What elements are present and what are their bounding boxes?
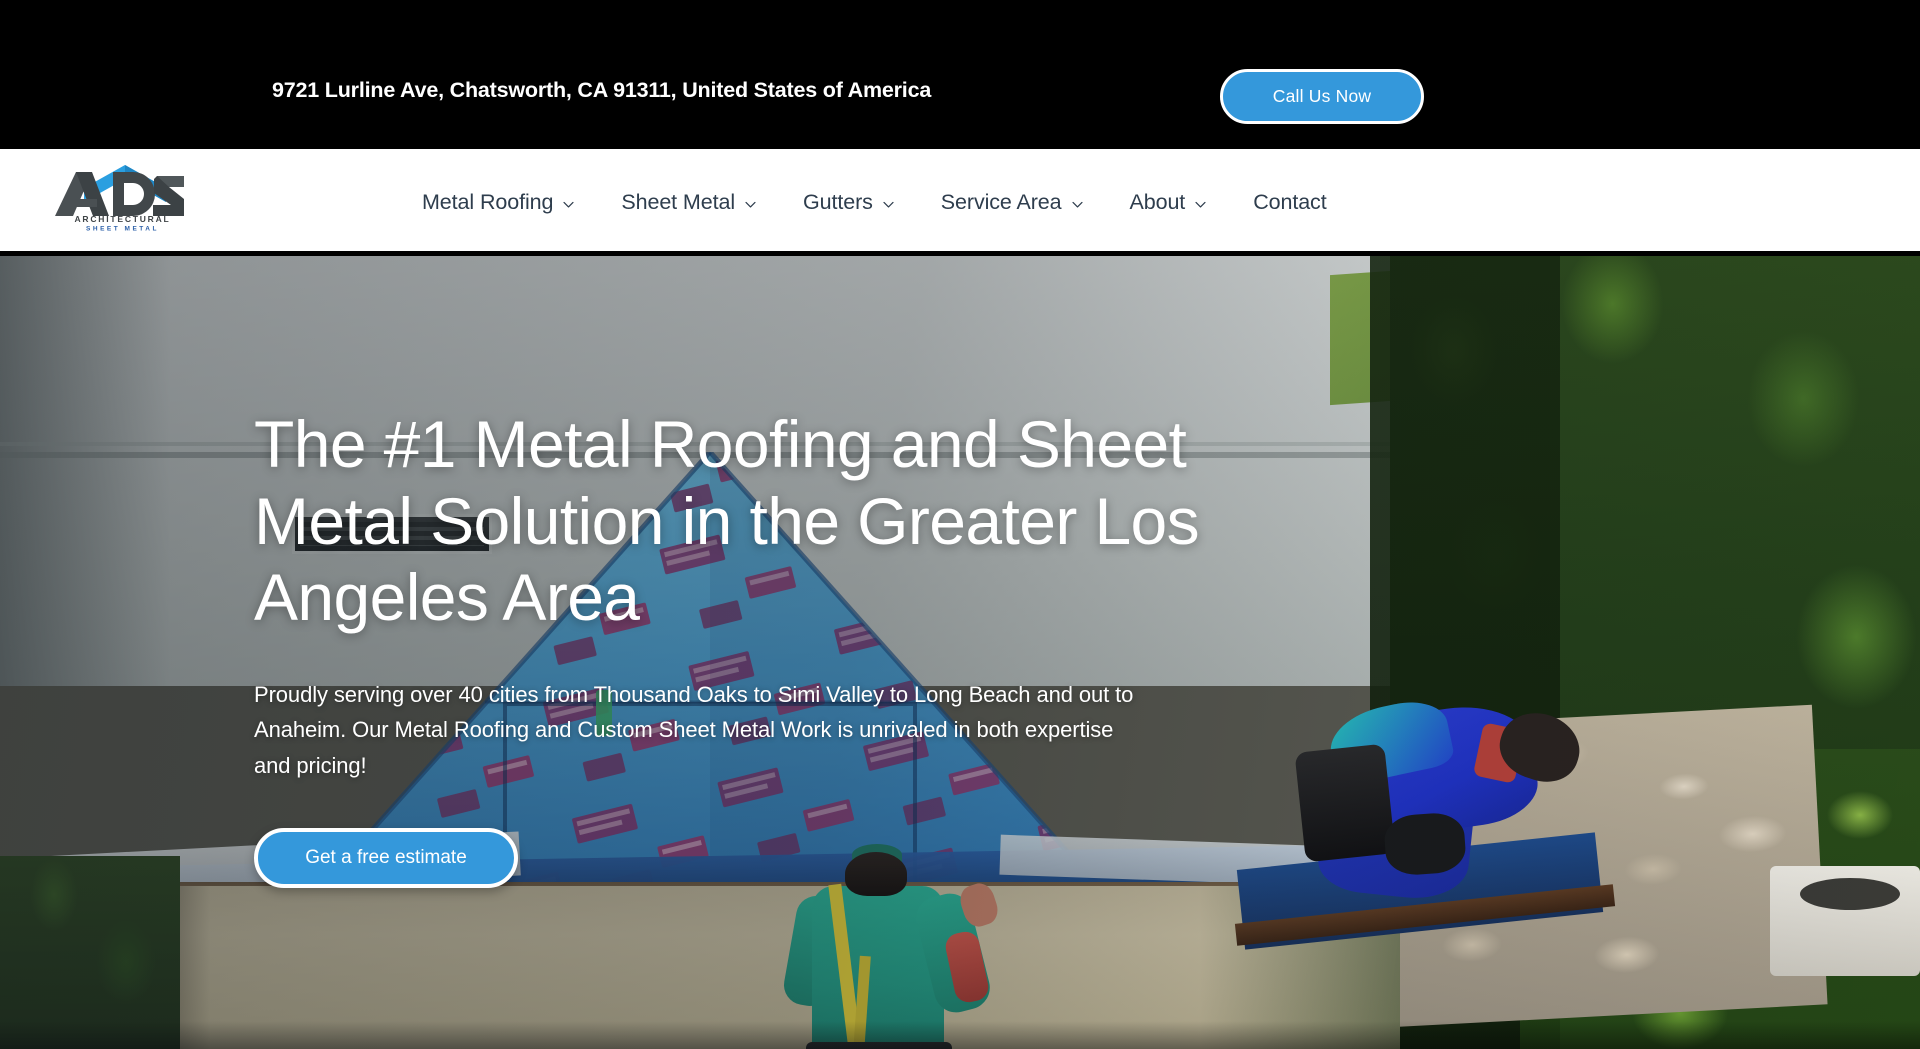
nav-item-metal-roofing[interactable]: Metal Roofing xyxy=(399,190,598,215)
nav-item-service-area[interactable]: Service Area xyxy=(918,190,1107,215)
nav-item-about[interactable]: About xyxy=(1107,190,1231,215)
nav-item-label: Sheet Metal xyxy=(621,190,735,214)
svg-text:ARCHITECTURAL: ARCHITECTURAL xyxy=(74,214,170,224)
hero-content: The #1 Metal Roofing and Sheet Metal Sol… xyxy=(254,406,1344,888)
call-us-now-button[interactable]: Call Us Now xyxy=(1220,69,1424,124)
nav-item-label: Contact xyxy=(1253,190,1327,214)
chevron-down-icon xyxy=(744,198,757,211)
nav-items-list: Metal Roofing Sheet Metal Gutters Servic… xyxy=(399,149,1350,256)
get-free-estimate-button[interactable]: Get a free estimate xyxy=(254,827,518,888)
site-logo[interactable]: ARCHITECTURAL SHEET METAL xyxy=(50,162,195,233)
svg-text:SHEET METAL: SHEET METAL xyxy=(86,226,159,233)
top-bar: 9721 Lurline Ave, Chatsworth, CA 91311, … xyxy=(0,0,1920,149)
nav-item-contact[interactable]: Contact xyxy=(1230,190,1349,215)
nav-item-sheet-metal[interactable]: Sheet Metal xyxy=(598,190,780,215)
chevron-down-icon xyxy=(882,198,895,211)
nav-item-label: Gutters xyxy=(803,190,873,214)
nav-item-gutters[interactable]: Gutters xyxy=(780,190,918,215)
business-address: 9721 Lurline Ave, Chatsworth, CA 91311, … xyxy=(272,78,932,102)
ads-roof-logo: ARCHITECTURAL xyxy=(55,165,184,224)
nav-item-label: About xyxy=(1129,190,1186,214)
chevron-down-icon xyxy=(1071,198,1084,211)
nav-item-label: Service Area xyxy=(940,190,1062,214)
hero-heading: The #1 Metal Roofing and Sheet Metal Sol… xyxy=(254,407,1200,635)
chevron-down-icon xyxy=(562,198,575,211)
main-navigation-bar: ARCHITECTURAL SHEET METAL Metal Roofing … xyxy=(0,149,1920,256)
chevron-down-icon xyxy=(1194,198,1207,211)
nav-item-label: Metal Roofing xyxy=(422,190,554,214)
hero-section: The #1 Metal Roofing and Sheet Metal Sol… xyxy=(0,256,1920,1049)
hero-paragraph: Proudly serving over 40 cities from Thou… xyxy=(254,681,1134,778)
